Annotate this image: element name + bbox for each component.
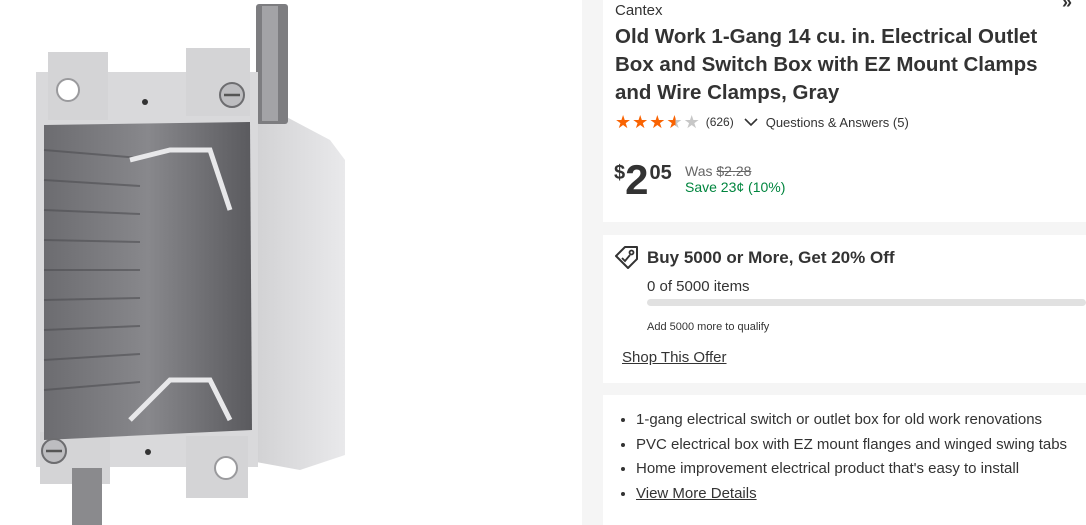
price-currency: $ xyxy=(614,162,626,184)
chevron-down-icon[interactable] xyxy=(744,115,758,129)
electrical-box-illustration xyxy=(36,4,345,525)
product-title: Old Work 1-Gang 14 cu. in. Electrical Ou… xyxy=(615,25,1038,104)
view-more-item: View More Details xyxy=(636,482,1086,507)
price-cents: 05 xyxy=(649,162,672,184)
offer-title: Buy 5000 or More, Get 20% Off xyxy=(647,248,895,267)
chevron-icon[interactable]: » xyxy=(1062,0,1072,13)
shop-this-offer-link[interactable]: Shop This Offer xyxy=(622,349,727,366)
tag-icon xyxy=(615,246,638,269)
star-icon: ★ xyxy=(649,112,666,132)
highlight-item: PVC electrical box with EZ mount flanges… xyxy=(636,433,1086,458)
current-price: $ 2 05 xyxy=(614,158,672,202)
highlight-item: Home improvement electrical product that… xyxy=(636,457,1086,482)
highlight-item: 1-gang electrical switch or outlet box f… xyxy=(636,408,1086,433)
was-price: $2.28 xyxy=(716,163,752,179)
rating-row[interactable]: ★ ★ ★ ★ ★ (626) Questions & Answers (5) xyxy=(615,113,909,131)
offer-progress-bar xyxy=(647,299,1086,306)
review-count[interactable]: (626) xyxy=(706,115,734,129)
offer-progress-text: 0 of 5000 items xyxy=(647,278,750,295)
price-whole: 2 xyxy=(625,156,648,203)
star-empty-icon: ★ xyxy=(683,112,700,132)
star-half-icon: ★ xyxy=(666,112,683,132)
product-image[interactable] xyxy=(0,0,582,525)
was-label: Was xyxy=(685,163,713,179)
star-icon: ★ xyxy=(632,112,649,132)
savings-text: Save 23¢ (10%) xyxy=(685,179,786,195)
questions-answers-link[interactable]: Questions & Answers (5) xyxy=(766,115,909,130)
was-price-line: Was $2.28 xyxy=(685,163,751,179)
star-icon: ★ xyxy=(615,112,632,132)
qualify-note: Add 5000 more to qualify xyxy=(647,321,770,333)
view-more-details-link[interactable]: View More Details xyxy=(636,485,757,502)
product-highlights: 1-gang electrical switch or outlet box f… xyxy=(612,408,1086,506)
star-rating[interactable]: ★ ★ ★ ★ ★ xyxy=(615,113,700,131)
brand-name[interactable]: Cantex xyxy=(615,2,663,19)
